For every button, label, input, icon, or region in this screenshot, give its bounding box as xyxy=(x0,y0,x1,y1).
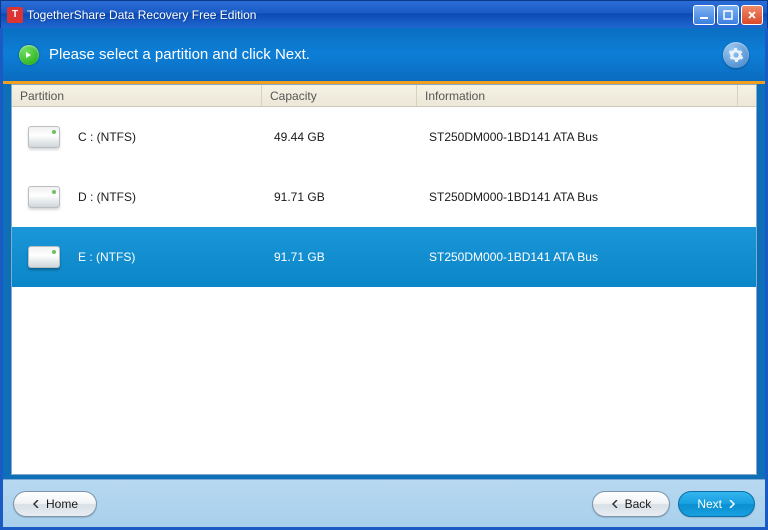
column-header-partition[interactable]: Partition xyxy=(12,85,262,106)
main-frame: Please select a partition and click Next… xyxy=(0,28,768,530)
partition-row[interactable]: D : (NTFS)91.71 GBST250DM000-1BD141 ATA … xyxy=(12,167,756,227)
settings-button[interactable] xyxy=(723,42,749,68)
column-header-information[interactable]: Information xyxy=(417,85,738,106)
partition-information: ST250DM000-1BD141 ATA Bus xyxy=(421,250,752,264)
column-header-scroll-gutter xyxy=(738,85,756,106)
instruction-text: Please select a partition and click Next… xyxy=(49,46,723,63)
next-button[interactable]: Next xyxy=(678,491,755,517)
chevron-left-icon xyxy=(32,500,40,508)
drive-icon-cell xyxy=(16,186,60,208)
partition-capacity: 91.71 GB xyxy=(266,250,421,264)
app-icon: T xyxy=(7,7,23,23)
back-button[interactable]: Back xyxy=(592,491,671,517)
drive-icon-cell xyxy=(16,126,60,148)
partition-list: C : (NTFS)49.44 GBST250DM000-1BD141 ATA … xyxy=(12,107,756,474)
minimize-button[interactable] xyxy=(693,5,715,25)
home-button[interactable]: Home xyxy=(13,491,97,517)
close-button[interactable] xyxy=(741,5,763,25)
next-button-label: Next xyxy=(697,497,722,511)
partition-name: E : (NTFS) xyxy=(60,250,266,264)
drive-icon xyxy=(28,126,60,148)
columns-header: Partition Capacity Information xyxy=(12,85,756,107)
column-header-capacity[interactable]: Capacity xyxy=(262,85,417,106)
chevron-left-icon xyxy=(611,500,619,508)
partition-row[interactable]: E : (NTFS)91.71 GBST250DM000-1BD141 ATA … xyxy=(12,227,756,287)
header-band: Please select a partition and click Next… xyxy=(3,28,765,84)
partition-information: ST250DM000-1BD141 ATA Bus xyxy=(421,190,752,204)
window-title: TogetherShare Data Recovery Free Edition xyxy=(27,8,693,22)
partition-information: ST250DM000-1BD141 ATA Bus xyxy=(421,130,752,144)
partition-name: C : (NTFS) xyxy=(60,130,266,144)
window-buttons xyxy=(693,5,763,25)
drive-icon xyxy=(28,246,60,268)
chevron-right-icon xyxy=(728,500,736,508)
drive-icon-cell xyxy=(16,246,60,268)
home-button-label: Home xyxy=(46,497,78,511)
partition-panel: Partition Capacity Information C : (NTFS… xyxy=(11,84,757,475)
footer: Home Back Next xyxy=(3,479,765,527)
drive-icon xyxy=(28,186,60,208)
partition-row[interactable]: C : (NTFS)49.44 GBST250DM000-1BD141 ATA … xyxy=(12,107,756,167)
partition-capacity: 49.44 GB xyxy=(266,130,421,144)
partition-name: D : (NTFS) xyxy=(60,190,266,204)
back-button-label: Back xyxy=(625,497,652,511)
step-arrow-icon xyxy=(19,45,39,65)
partition-capacity: 91.71 GB xyxy=(266,190,421,204)
titlebar[interactable]: T TogetherShare Data Recovery Free Editi… xyxy=(0,0,768,28)
maximize-button[interactable] xyxy=(717,5,739,25)
gear-icon xyxy=(728,47,744,63)
